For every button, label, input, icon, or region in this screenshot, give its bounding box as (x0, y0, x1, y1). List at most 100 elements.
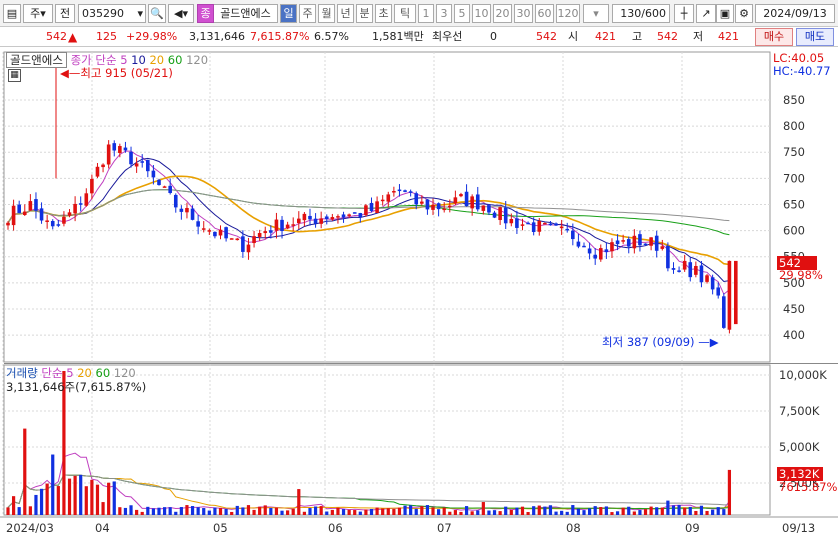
low-note-text: 최저 387 (09/09) (602, 335, 695, 349)
candle-body (554, 223, 558, 226)
volume-bar (213, 507, 217, 515)
up-arrow-icon: ▲ (68, 30, 78, 44)
volume-bar (409, 505, 413, 515)
period-day[interactable]: 일 (280, 4, 297, 23)
interval-5[interactable]: 5 (454, 4, 470, 23)
mode-label: 주 (30, 7, 41, 20)
interval-60[interactable]: 60 (535, 4, 554, 23)
toolbar: ▤ 주▾ 전 035290 ▾ 🔍 ◀▾ 종 골드앤에스 일 주 월 년 분 초 … (0, 0, 838, 27)
candle-body (470, 196, 474, 209)
candle-body (241, 236, 245, 252)
volume-bar (23, 428, 27, 515)
custom-interval-select[interactable]: ▾ (583, 4, 609, 23)
price-legend-title: 골드앤에스 (6, 52, 67, 68)
volume-bar (543, 506, 547, 515)
candle-body (50, 221, 55, 227)
period-tick[interactable]: 틱 (394, 4, 416, 23)
period-minute[interactable]: 분 (356, 4, 373, 23)
candle-body (436, 203, 441, 210)
hc-label: HC:-40.77 (773, 64, 831, 78)
volume-bar (571, 505, 575, 515)
period-month[interactable]: 월 (318, 4, 335, 23)
search-icon[interactable]: 🔍 (148, 4, 166, 23)
interval-3[interactable]: 3 (436, 4, 452, 23)
volume-bar (246, 505, 251, 515)
candle-body (643, 243, 648, 246)
time-tick-label: 04 (95, 521, 110, 535)
stock-chart[interactable]: 85080075070065060055050045040010,000K7,5… (0, 47, 838, 540)
candle-body (297, 218, 301, 224)
volume-bar (308, 508, 312, 515)
volume-bar (459, 511, 463, 515)
volume-bar (95, 484, 100, 515)
volume: 3,131,646 (189, 30, 245, 43)
volume-bar (386, 508, 390, 515)
volume-bar (727, 469, 732, 515)
volume-bar (118, 507, 122, 515)
date-field[interactable]: 2024/09/13 (755, 4, 835, 23)
volume-bar (168, 507, 172, 515)
chart-axes: 85080075070065060055050045040010,000K7,5… (6, 93, 827, 535)
count-field[interactable]: 130/600 (612, 4, 670, 23)
high-note: ◀—최고 915 (05/21) (60, 65, 173, 81)
interval-20[interactable]: 20 (493, 4, 512, 23)
low-label: 저 (693, 30, 704, 43)
volume-bar (627, 506, 631, 515)
price-legend-ma120: 120 (186, 53, 209, 67)
volume-average-lines (7, 452, 730, 511)
candle-body (671, 268, 676, 270)
settings-icon[interactable]: ⚙ (735, 4, 753, 23)
stock-code-input[interactable]: 035290 ▾ (78, 4, 146, 23)
buy-button[interactable]: 매수 (755, 28, 793, 46)
volume-bar (291, 508, 295, 515)
draw-icon[interactable]: ↗ (696, 4, 716, 23)
save-icon[interactable]: ▣ (716, 4, 734, 23)
volume-bar (655, 507, 659, 515)
volume-bar (157, 507, 161, 515)
last-candle (734, 260, 738, 325)
name-badge: 종 (197, 4, 214, 23)
price: 542 (46, 30, 67, 43)
interval-1[interactable]: 1 (418, 4, 434, 23)
volume-bar (34, 494, 38, 515)
volume-bar (297, 489, 301, 515)
chart-settings-icon[interactable]: ▦ (8, 69, 21, 82)
interval-30[interactable]: 30 (514, 4, 533, 23)
sell-button[interactable]: 매도 (796, 28, 834, 46)
ma5-line (7, 150, 730, 295)
volume-bar (425, 505, 430, 515)
candle-body (213, 231, 217, 237)
interval-10[interactable]: 10 (472, 4, 491, 23)
candle-body (582, 245, 586, 248)
volume-bar (576, 508, 581, 515)
candle-body (414, 193, 419, 205)
period-second[interactable]: 초 (375, 4, 392, 23)
mode-select[interactable]: 주▾ (23, 4, 53, 23)
candle-body (168, 185, 172, 194)
layout-icon[interactable]: ▤ (3, 4, 21, 23)
ma20-line (7, 175, 730, 266)
speaker-icon[interactable]: ◀▾ (168, 4, 194, 23)
candle-body (157, 179, 161, 186)
candle-body (336, 216, 340, 218)
prefix-button[interactable]: 전 (55, 4, 75, 23)
volume-legend-ma60: 60 (95, 366, 111, 380)
volume-bar (621, 507, 625, 515)
volume-bar (162, 507, 167, 515)
high: 542 (657, 30, 678, 43)
amount: 1,581백만 (372, 30, 424, 43)
volume-bar (17, 507, 21, 515)
volume-bar (560, 510, 564, 515)
candle-body (543, 222, 547, 225)
volume-bar (274, 507, 279, 515)
volume-bar (694, 510, 698, 515)
volume-bar (358, 511, 362, 515)
bid: 542 (536, 30, 557, 43)
candle-body (162, 186, 167, 188)
time-tick-label: 08 (566, 521, 581, 535)
interval-120[interactable]: 120 (556, 4, 580, 23)
candle-body (660, 246, 665, 249)
period-week[interactable]: 주 (299, 4, 316, 23)
indicator-icon[interactable]: ┼ (674, 4, 694, 23)
period-year[interactable]: 년 (337, 4, 354, 23)
